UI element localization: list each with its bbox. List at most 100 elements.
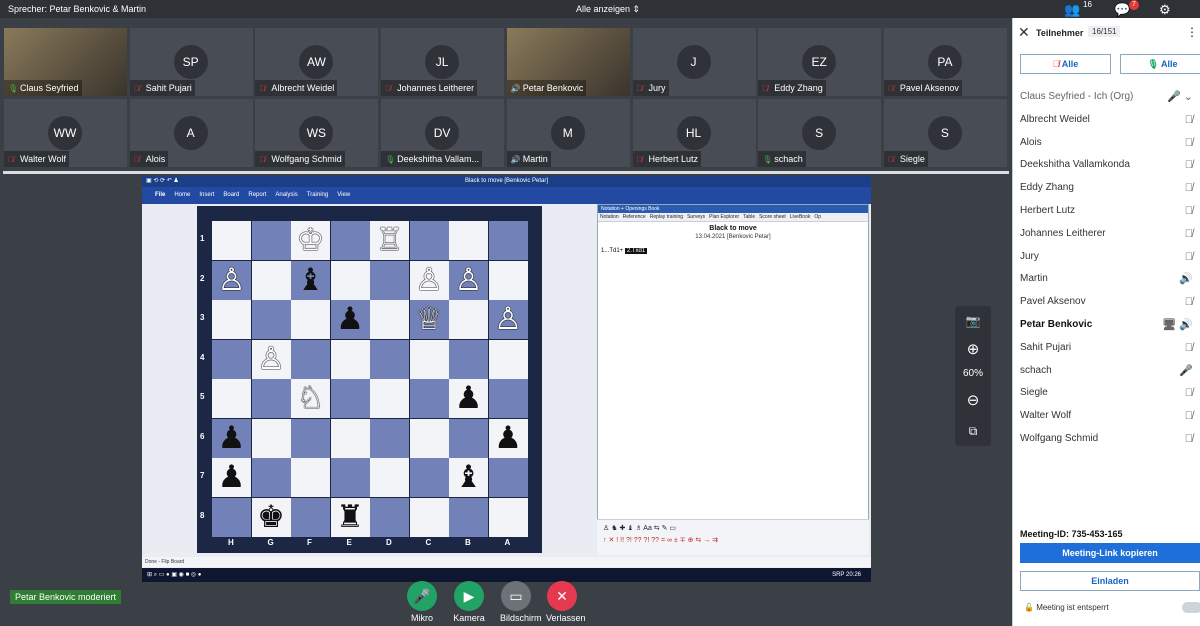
unmute-all-button[interactable]: 🎙 Alle [1120, 54, 1200, 74]
board-square[interactable] [409, 497, 449, 537]
camera-snapshot-icon[interactable]: 📷 [962, 310, 984, 332]
participant-tile[interactable]: 🔊 Petar Benkovic [505, 27, 631, 97]
chess-piece[interactable]: ♝ [291, 261, 330, 300]
participant-tile[interactable]: J 🎙̸ Jury [631, 27, 757, 97]
menu-item[interactable]: View [337, 192, 350, 198]
participant-status-icon[interactable]: 🎙̸ [1185, 428, 1193, 451]
mikro-control[interactable]: 🎤 Mikro [406, 581, 438, 623]
board-square[interactable] [488, 458, 528, 497]
participant-status-icon[interactable]: 🎙̸ [1185, 223, 1193, 246]
participant-row[interactable]: Herbert Lutz 🎙̸ [1013, 200, 1200, 223]
chat-icon[interactable]: 💬 [1114, 2, 1130, 18]
board-square[interactable] [370, 379, 409, 418]
participant-tile[interactable]: M 🔊 Martin [505, 98, 631, 168]
participant-tile[interactable]: AW 🎙̸ Albrecht Weidel [254, 27, 380, 97]
notation-tab[interactable]: Surveys [687, 214, 705, 220]
invite-button[interactable]: Einladen [1020, 571, 1200, 591]
participant-row[interactable]: Albrecht Weidel 🎙̸ [1013, 109, 1200, 132]
participant-status-icon[interactable]: 🎙̸ [1185, 337, 1193, 360]
participant-row[interactable]: Walter Wolf 🎙̸ [1013, 405, 1200, 428]
participant-status-icon[interactable]: 🎙̸ [1185, 405, 1193, 428]
chess-piece[interactable]: ♝ [449, 458, 488, 497]
board-square[interactable] [212, 221, 251, 260]
participant-status-icon[interactable]: 🎙̸ [1185, 132, 1193, 155]
mute-all-button[interactable]: 🎙̸ Alle [1020, 54, 1111, 74]
participant-row[interactable]: Claus Seyfried - Ich (Org) 🎤 ⌄ [1013, 86, 1200, 109]
board-square[interactable] [251, 221, 291, 260]
board-square[interactable] [449, 497, 488, 537]
board-square[interactable] [212, 339, 251, 379]
participant-row[interactable]: schach 🎤 [1013, 360, 1200, 383]
board-square[interactable] [291, 418, 330, 458]
notation-tab[interactable]: Plan Explorer [709, 214, 739, 220]
participant-status-icon[interactable]: 🎤 [1179, 360, 1193, 383]
participant-tile[interactable]: JL 🎙̸ Johannes Leitherer [380, 27, 506, 97]
zoom-in-button[interactable]: ⊕ [962, 339, 984, 361]
chess-piece[interactable]: ♙ [252, 340, 291, 379]
notation-tab[interactable]: Table [743, 214, 755, 220]
chess-piece[interactable]: ♕ [410, 300, 449, 339]
participant-tile[interactable]: WW 🎙̸ Walter Wolf [3, 98, 128, 168]
board-square[interactable] [409, 418, 449, 458]
participant-tile[interactable]: WS 🎙̸ Wolfgang Schmid [254, 98, 380, 168]
chess-piece[interactable]: ♟ [449, 379, 488, 418]
settings-gear-icon[interactable]: ⚙ [1159, 2, 1171, 18]
board-square[interactable] [291, 497, 330, 537]
board-square[interactable] [370, 458, 409, 497]
board-square[interactable] [291, 300, 330, 339]
board-square[interactable] [330, 379, 370, 418]
chess-piece[interactable]: ♟ [331, 300, 370, 339]
board-square[interactable] [449, 221, 488, 260]
notation-tab[interactable]: Reference [623, 214, 646, 220]
participant-row[interactable]: Deekshitha Vallamkonda 🎙̸ [1013, 154, 1200, 177]
participants-icon[interactable]: 👥 [1064, 2, 1080, 18]
participant-status-icon[interactable]: 🎙̸ [1185, 291, 1193, 314]
board-square[interactable] [370, 300, 409, 339]
board-square[interactable] [409, 458, 449, 497]
show-all-toggle[interactable]: Alle anzeigen ⇕ [576, 4, 640, 15]
notation-tab[interactable]: Replay training [650, 214, 683, 220]
participant-tile[interactable]: SP 🎙̸ Sahit Pujari [128, 27, 254, 97]
kamera-control[interactable]: ▶ Kamera [453, 581, 485, 623]
board-square[interactable] [291, 339, 330, 379]
participant-tile[interactable]: 🎙 Claus Seyfried [3, 27, 128, 97]
mikro-icon[interactable]: 🎤 [407, 581, 437, 611]
board-square[interactable] [488, 339, 528, 379]
chess-piece[interactable]: ♚ [252, 498, 291, 537]
close-icon[interactable]: ✕ [1018, 24, 1030, 41]
participant-row[interactable]: Martin 🔊 [1013, 268, 1200, 291]
participant-status-icon[interactable]: 🎙̸ [1185, 109, 1193, 132]
notation-tab[interactable]: Score sheet [759, 214, 786, 220]
chess-piece[interactable]: ♙ [410, 261, 449, 300]
participant-row[interactable]: Eddy Zhang 🎙̸ [1013, 177, 1200, 200]
participant-tile[interactable]: S 🎙 schach [757, 98, 883, 168]
verlassen-icon[interactable]: ✕ [547, 581, 577, 611]
board-square[interactable] [370, 339, 409, 379]
participant-status-icon[interactable]: 🔊 [1179, 268, 1193, 291]
notation-tab[interactable]: Notation [600, 214, 619, 220]
notation-tab[interactable]: Op [814, 214, 821, 220]
lock-toggle[interactable] [1182, 602, 1200, 613]
board-square[interactable] [449, 339, 488, 379]
participant-status-icon[interactable]: 🖥 🔊 [1162, 314, 1193, 337]
menu-item[interactable]: Board [223, 192, 239, 198]
chess-piece[interactable]: ♜ [331, 498, 370, 537]
participant-row[interactable]: Jury 🎙̸ [1013, 246, 1200, 269]
board-square[interactable] [251, 418, 291, 458]
board-square[interactable] [251, 260, 291, 300]
board-square[interactable] [370, 418, 409, 458]
board-square[interactable] [370, 260, 409, 300]
chess-piece[interactable]: ♖ [370, 221, 409, 260]
board-square[interactable] [488, 379, 528, 418]
participant-row[interactable]: Johannes Leitherer 🎙̸ [1013, 223, 1200, 246]
participant-tile[interactable]: HL 🎙̸ Herbert Lutz [631, 98, 757, 168]
participant-status-icon[interactable]: 🎙̸ [1185, 177, 1193, 200]
board-square[interactable] [212, 379, 251, 418]
menu-item[interactable]: Analysis [275, 192, 297, 198]
menu-item[interactable]: File [155, 192, 165, 198]
menu-item[interactable]: Insert [199, 192, 214, 198]
kamera-icon[interactable]: ▶ [454, 581, 484, 611]
chess-piece[interactable]: ♟ [489, 419, 528, 458]
participant-row[interactable]: Siegle 🎙̸ [1013, 382, 1200, 405]
board-square[interactable] [488, 221, 528, 260]
